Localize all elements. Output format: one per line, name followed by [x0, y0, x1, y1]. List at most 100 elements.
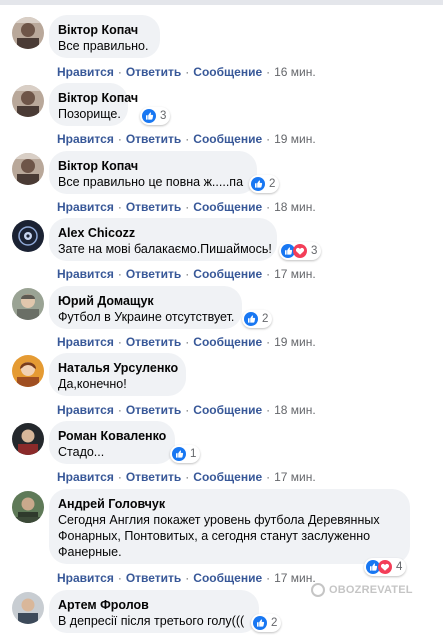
- message-link[interactable]: Сообщение: [193, 571, 262, 585]
- comment-bubble: Наталья Урсуленко Да,конечно!: [49, 353, 186, 396]
- separator: ·: [185, 65, 190, 79]
- comment-text: Да,конечно!: [58, 377, 127, 391]
- avatar[interactable]: [12, 17, 44, 49]
- reaction-summary[interactable]: 3: [140, 107, 171, 125]
- comment-author[interactable]: Андрей Головчук: [58, 496, 399, 512]
- love-reaction-icon: [378, 560, 392, 574]
- message-link[interactable]: Сообщение: [193, 335, 262, 349]
- reply-link[interactable]: Ответить: [126, 132, 181, 146]
- watermark-logo-icon: [311, 583, 325, 597]
- comment-time[interactable]: 18 мин.: [274, 403, 316, 417]
- comment-text: В депресії після третього голу(((: [58, 614, 245, 628]
- like-link[interactable]: Нравится: [57, 65, 114, 79]
- watermark-text: OBOZREVATEL: [329, 584, 413, 596]
- like-reaction-icon: [251, 177, 265, 191]
- message-link[interactable]: Сообщение: [193, 200, 262, 214]
- comment-actions: Нравится · Ответить · Сообщение · 17 мин.: [57, 470, 316, 484]
- separator: ·: [117, 470, 122, 484]
- reaction-summary[interactable]: 2: [251, 614, 282, 632]
- comment-time[interactable]: 19 мин.: [274, 335, 316, 349]
- like-link[interactable]: Нравится: [57, 132, 114, 146]
- avatar[interactable]: [12, 153, 44, 185]
- reaction-summary[interactable]: 4: [364, 558, 407, 576]
- comment-author[interactable]: Віктор Копач: [58, 158, 246, 174]
- reply-link[interactable]: Ответить: [126, 65, 181, 79]
- comment-text: Позорище.: [58, 107, 121, 121]
- love-reaction-icon: [293, 244, 307, 258]
- avatar[interactable]: [12, 423, 44, 455]
- separator: ·: [185, 403, 190, 417]
- reaction-count: 2: [262, 313, 269, 325]
- reaction-summary[interactable]: 2: [242, 310, 273, 328]
- avatar[interactable]: [12, 491, 44, 523]
- like-link[interactable]: Нравится: [57, 470, 114, 484]
- comment-author[interactable]: Наталья Урсуленко: [58, 360, 178, 376]
- reaction-summary[interactable]: 3: [279, 242, 322, 260]
- like-reaction-icon: [244, 312, 258, 326]
- message-link[interactable]: Сообщение: [193, 470, 262, 484]
- separator: ·: [185, 571, 190, 585]
- reaction-summary[interactable]: 2: [249, 175, 280, 193]
- message-link[interactable]: Сообщение: [193, 403, 262, 417]
- comment-actions: Нравится · Ответить · Сообщение · 16 мин.: [57, 65, 316, 79]
- message-link[interactable]: Сообщение: [193, 132, 262, 146]
- avatar[interactable]: [12, 288, 44, 320]
- separator: ·: [185, 470, 190, 484]
- separator: ·: [117, 267, 122, 281]
- comment-actions: Нравится · Ответить · Сообщение · 17 мин.: [57, 267, 316, 281]
- like-link[interactable]: Нравится: [57, 267, 114, 281]
- comment-time[interactable]: 17 мин.: [274, 267, 316, 281]
- like-link[interactable]: Нравится: [57, 200, 114, 214]
- separator: ·: [266, 65, 271, 79]
- reaction-count: 4: [396, 561, 403, 573]
- comment-bubble: Віктор Копач Все правильно.: [49, 15, 160, 58]
- avatar[interactable]: [12, 85, 44, 117]
- comment-author[interactable]: Роман Коваленко: [58, 428, 166, 444]
- separator: ·: [185, 267, 190, 281]
- reply-link[interactable]: Ответить: [126, 571, 181, 585]
- separator: ·: [266, 571, 271, 585]
- comment-author[interactable]: Віктор Копач: [58, 90, 138, 106]
- comment-time[interactable]: 17 мин.: [274, 571, 316, 585]
- reply-link[interactable]: Ответить: [126, 470, 181, 484]
- reply-link[interactable]: Ответить: [126, 403, 181, 417]
- separator: ·: [117, 571, 122, 585]
- separator: ·: [117, 132, 122, 146]
- comment-actions: Нравится · Ответить · Сообщение · 18 мин.: [57, 200, 316, 214]
- message-link[interactable]: Сообщение: [193, 65, 262, 79]
- separator: ·: [266, 200, 271, 214]
- reply-link[interactable]: Ответить: [126, 335, 181, 349]
- watermark: OBOZREVATEL: [311, 583, 413, 597]
- comment-time[interactable]: 16 мин.: [274, 65, 316, 79]
- avatar[interactable]: [12, 355, 44, 387]
- message-link[interactable]: Сообщение: [193, 267, 262, 281]
- comment-author[interactable]: Віктор Копач: [58, 22, 149, 38]
- separator: ·: [185, 200, 190, 214]
- reaction-count: 3: [311, 245, 318, 257]
- comment-author[interactable]: Артем Фролов: [58, 597, 248, 613]
- like-link[interactable]: Нравится: [57, 571, 114, 585]
- avatar[interactable]: [12, 592, 44, 624]
- like-link[interactable]: Нравится: [57, 403, 114, 417]
- comment-bubble: Віктор Копач Все правильно це повна ж...…: [49, 151, 257, 194]
- comment-bubble: Віктор Копач Позорище.: [49, 83, 138, 126]
- comment-bubble: Юрий Домащук Футбол в Украине отсутствуе…: [49, 286, 242, 329]
- separator: ·: [117, 403, 122, 417]
- reply-link[interactable]: Ответить: [126, 267, 181, 281]
- reaction-summary[interactable]: 1: [170, 445, 201, 463]
- comment-bubble: Alex Chicozz Зате на мові балакаємо.Пиша…: [49, 218, 277, 261]
- comment-text: Все правильно це повна ж.....па: [58, 175, 244, 189]
- comment-author[interactable]: Юрий Домащук: [58, 293, 231, 309]
- separator: ·: [266, 403, 271, 417]
- comment-time[interactable]: 18 мин.: [274, 200, 316, 214]
- reaction-count: 2: [271, 617, 278, 629]
- avatar[interactable]: [12, 220, 44, 252]
- separator: ·: [266, 335, 271, 349]
- separator: ·: [185, 132, 190, 146]
- comment-text: Стадо...: [58, 445, 105, 459]
- comment-time[interactable]: 19 мин.: [274, 132, 316, 146]
- comment-author[interactable]: Alex Chicozz: [58, 225, 266, 241]
- reply-link[interactable]: Ответить: [126, 200, 181, 214]
- comment-time[interactable]: 17 мин.: [274, 470, 316, 484]
- like-link[interactable]: Нравится: [57, 335, 114, 349]
